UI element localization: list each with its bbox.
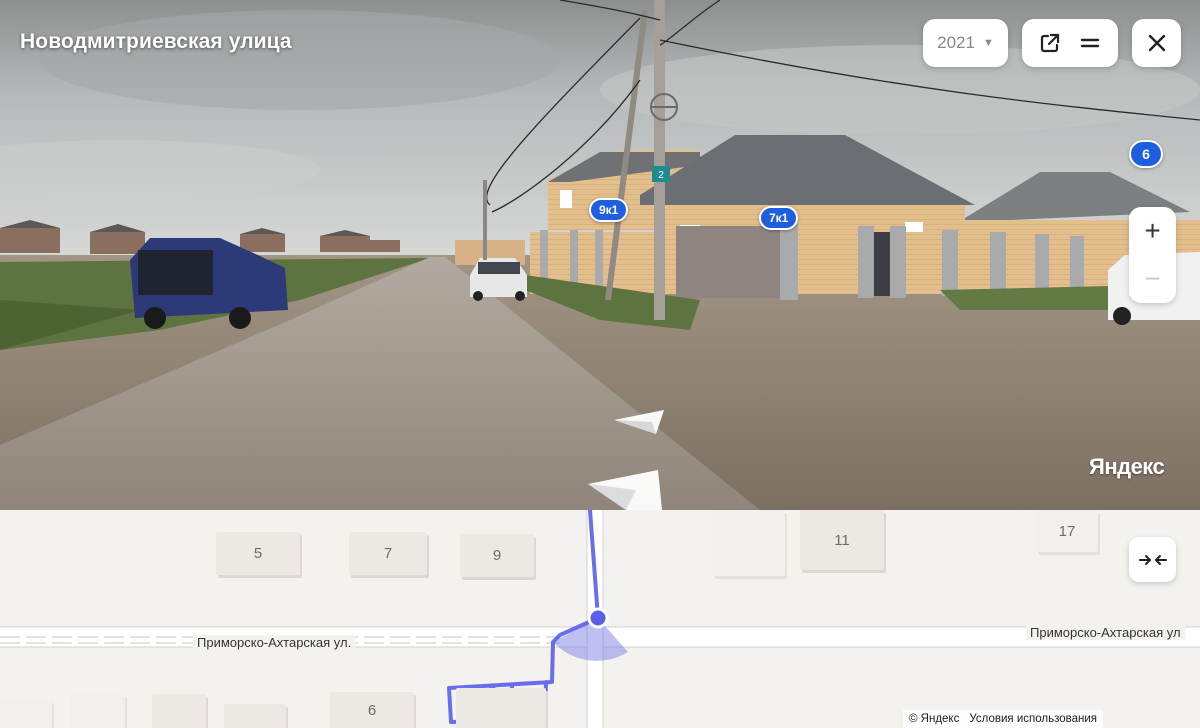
collapse-arrows-icon <box>1138 554 1167 565</box>
house-marker-6[interactable]: 6 <box>1129 140 1163 168</box>
position-marker <box>587 607 609 629</box>
street-title: Новодмитриевская улица <box>20 30 292 53</box>
building-6: 6 <box>330 692 414 728</box>
building-unnumbered <box>713 510 785 576</box>
minimap[interactable]: 5 7 9 11 17 6 Приморско-Ахтарская ул. Пр… <box>0 510 1200 728</box>
copyright-text: © Яндекс <box>909 713 960 725</box>
zoom-control: + − <box>1129 207 1176 303</box>
close-button[interactable] <box>1132 19 1181 67</box>
terms-link[interactable]: Условия использования <box>969 713 1097 725</box>
external-link-icon[interactable] <box>1032 25 1068 61</box>
building-17: 17 <box>1036 510 1098 552</box>
building-b1 <box>0 700 52 728</box>
street-view-window: 2 Новодмитриевская улица 2021 ▼ 6 9к1 7к… <box>0 0 1200 728</box>
yandex-watermark: Яндекс <box>1089 454 1165 479</box>
panorama-view[interactable]: 2 Новодмитриевская улица 2021 ▼ 6 9к1 7к… <box>0 0 1200 510</box>
menu-icon[interactable] <box>1072 25 1108 61</box>
close-icon <box>1148 34 1165 52</box>
house-marker-9k1[interactable]: 9к1 <box>589 198 629 222</box>
year-selector[interactable]: 2021 ▼ <box>923 19 1008 67</box>
car-white <box>470 258 527 301</box>
building-b3 <box>152 694 206 728</box>
house-marker-7k1[interactable]: 7к1 <box>759 206 799 230</box>
building-5: 5 <box>216 532 300 575</box>
zoom-in-button[interactable]: + <box>1129 207 1176 255</box>
backward-arrow-icon[interactable] <box>586 468 666 510</box>
panorama-image[interactable]: 2 <box>0 0 1200 510</box>
building-11: 11 <box>800 510 884 570</box>
building-b2 <box>70 694 125 728</box>
building-7: 7 <box>349 532 427 575</box>
zoom-out-button[interactable]: − <box>1129 255 1176 303</box>
building-b4 <box>224 704 286 728</box>
street-label-right: Приморско-Ахтарская ул <box>1026 625 1185 640</box>
toolbar <box>1022 19 1118 67</box>
svg-text:2: 2 <box>658 170 664 181</box>
map-attribution: © Яндекс Условия использования <box>903 710 1103 728</box>
forward-arrow-icon[interactable] <box>612 406 668 436</box>
chevron-down-icon: ▼ <box>982 37 994 49</box>
street-label-left: Приморско-Ахтарская ул. <box>193 635 356 650</box>
building-b5 <box>456 688 546 728</box>
year-value: 2021 <box>937 33 975 52</box>
building-9: 9 <box>460 534 534 577</box>
collapse-map-button[interactable] <box>1129 537 1176 582</box>
